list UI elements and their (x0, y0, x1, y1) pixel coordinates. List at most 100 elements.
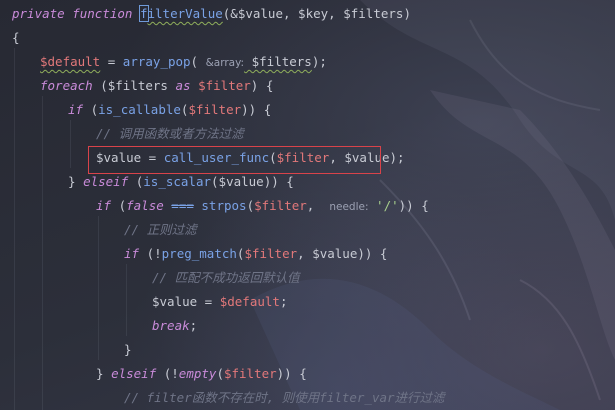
code-token: array_pop (122, 54, 191, 69)
code-token: is_scalar (143, 174, 212, 189)
code-token: } (68, 174, 84, 189)
code-token: ( (190, 54, 206, 69)
code-token: $value (237, 6, 283, 21)
code-token: private (12, 6, 65, 21)
code-token: $filter (188, 102, 242, 117)
code-comment: // 调用函数或者方法过滤 (96, 126, 244, 141)
code-token: $filters (343, 6, 404, 21)
code-token: as (175, 78, 191, 93)
code-token: $filter (198, 78, 251, 93)
code-token: preg_match (161, 246, 237, 261)
indent-guide (14, 48, 15, 410)
code-token: break (152, 318, 190, 333)
code-line[interactable]: $value = $default; (152, 290, 287, 314)
code-token: ( (92, 78, 108, 93)
code-token: function (72, 6, 133, 21)
code-line[interactable]: } elseif (!empty($filter)) { (96, 362, 307, 386)
code-line[interactable]: $default = array_pop( &array: $filters); (40, 50, 327, 74)
code-token: , (282, 6, 299, 21)
code-token: (! (139, 246, 162, 261)
code-token: ( (211, 174, 219, 189)
code-token: === (171, 198, 194, 213)
code-token: $filters (107, 78, 168, 93)
code-token: = (100, 54, 123, 69)
code-line[interactable]: // 匹配不成功返回默认值 (152, 266, 300, 290)
code-token: { (12, 30, 20, 45)
code-token: )) { (263, 174, 294, 189)
code-token: elseif (83, 174, 129, 189)
code-token: } (124, 342, 132, 357)
code-token: $value (312, 246, 358, 261)
code-token: false (126, 198, 164, 213)
code-token: $default (219, 294, 280, 309)
indent-guide (98, 216, 99, 360)
code-token: ilterValue (147, 6, 223, 21)
code-token: (& (222, 6, 238, 21)
code-token: ; (279, 294, 288, 309)
code-token: is_callable (98, 102, 181, 117)
code-line[interactable]: if (!preg_match($filter, $value)) { (124, 242, 387, 266)
code-token: $value (152, 294, 198, 309)
code-line[interactable]: if (is_callable($filter)) { (68, 98, 271, 122)
code-line[interactable]: // 调用函数或者方法过滤 (96, 122, 244, 146)
code-token: if (68, 102, 84, 117)
code-token: = (197, 294, 220, 309)
code-token: (! (156, 366, 179, 381)
code-token: ) { (250, 78, 274, 93)
code-token: $filters (244, 54, 312, 69)
code-token: )) { (276, 366, 307, 381)
code-token: ( (111, 198, 127, 213)
code-line[interactable]: foreach ($filters as $filter) { (40, 74, 273, 98)
code-token: f (139, 5, 149, 22)
code-token: ); (311, 54, 327, 69)
code-token: $filter (244, 246, 298, 261)
code-token: , (306, 198, 330, 213)
highlight-box (88, 146, 381, 174)
code-token: $default (40, 54, 101, 69)
code-token: ); (389, 150, 405, 165)
code-token: if (96, 198, 112, 213)
code-editor[interactable]: private function filterValue(&$value, $k… (0, 0, 615, 410)
parameter-hint: &array: (205, 57, 245, 69)
code-token: )) { (357, 246, 388, 261)
code-token: ) (403, 6, 411, 21)
code-comment: // 正则过滤 (124, 222, 197, 237)
code-token: , (297, 246, 313, 261)
code-token: ( (83, 102, 99, 117)
code-token: } (96, 366, 112, 381)
code-token: '/' (376, 198, 399, 213)
code-line[interactable]: break; (152, 314, 197, 338)
code-line[interactable]: private function filterValue(&$value, $k… (12, 2, 411, 26)
parameter-hint: needle: (329, 201, 369, 213)
code-token: strpos (201, 198, 247, 213)
code-token: ( (216, 366, 224, 381)
code-comment: // 匹配不成功返回默认值 (152, 270, 300, 285)
indent-guide (126, 264, 127, 336)
code-token: )) { (241, 102, 272, 117)
code-token: , (328, 6, 344, 21)
code-line[interactable]: // filter函数不存在时, 则使用filter_var进行过滤 (124, 386, 445, 410)
code-token: )) { (398, 198, 429, 213)
code-token: foreach (40, 78, 93, 93)
code-token: $filter (254, 198, 307, 213)
code-token: $filter (223, 366, 277, 381)
code-line[interactable]: { (12, 26, 20, 50)
code-token: $key (298, 6, 329, 21)
code-token: empty (178, 366, 217, 381)
indent-guide (70, 120, 71, 168)
code-token: if (124, 246, 140, 261)
code-line[interactable]: } (124, 338, 132, 362)
code-token: elseif (111, 366, 157, 381)
code-token: ( (246, 198, 255, 213)
code-token: ; (189, 318, 198, 333)
code-line[interactable]: if (false === strpos($filter, needle: '/… (96, 194, 429, 218)
code-token: $value (218, 174, 264, 189)
code-line[interactable]: // 正则过滤 (124, 218, 197, 242)
indent-guide (42, 96, 43, 410)
code-token: ( (128, 174, 144, 189)
code-comment: // filter函数不存在时, 则使用filter_var进行过滤 (124, 390, 445, 405)
